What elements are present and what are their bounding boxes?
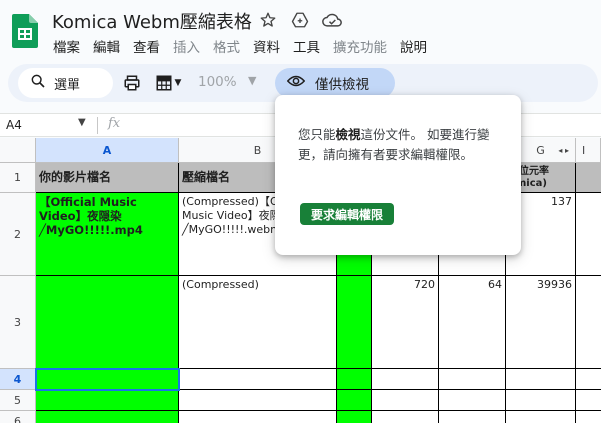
cell-h2[interactable] [576, 193, 601, 276]
cell-b6[interactable] [179, 411, 337, 423]
menu-data[interactable]: 資料 [253, 36, 280, 56]
menu-view[interactable]: 查看 [133, 36, 160, 56]
print-icon[interactable] [122, 73, 142, 93]
cell-c4[interactable] [337, 369, 372, 390]
chevron-down-icon: ▼ [174, 78, 182, 88]
popup-text-bold: 檢視 [335, 127, 361, 142]
row-header-6[interactable]: 6 [0, 411, 36, 423]
active-cell-selection [35, 368, 180, 391]
search-menus-label: 選單 [54, 77, 81, 93]
cell-g4[interactable] [506, 369, 576, 390]
view-only-popup: 您只能檢視這份文件。 如要進行變更，請向擁有者要求編輯權限。 要求編輯權限 [275, 95, 521, 255]
menu-extensions[interactable]: 擴充功能 [333, 36, 387, 56]
cell-h3[interactable] [576, 276, 601, 369]
cell-d5[interactable] [372, 390, 439, 411]
column-header-g-label: G [536, 143, 545, 157]
cell-a3[interactable] [36, 276, 179, 369]
request-edit-access-button[interactable]: 要求編輯權限 [300, 203, 395, 225]
cloud-status-icon[interactable] [322, 10, 342, 30]
cell-a6[interactable] [36, 411, 179, 423]
cell-c3[interactable] [337, 276, 372, 369]
cell-a2[interactable]: 【Official Music Video】夜隠染╱MyGO!!!!!.mp4 [36, 193, 179, 276]
cell-e4[interactable] [439, 369, 506, 390]
view-only-button[interactable]: 僅供檢視 [275, 68, 395, 98]
cell-g5[interactable] [506, 390, 576, 411]
column-scroll-arrows-icon[interactable]: ◂ ▸ [558, 146, 569, 155]
star-icon[interactable] [258, 10, 278, 30]
menu-tools[interactable]: 工具 [293, 36, 320, 56]
zoom-level[interactable]: 100% [198, 74, 237, 90]
row-header-5[interactable]: 5 [0, 390, 36, 411]
cell-b5[interactable] [179, 390, 337, 411]
menu-help[interactable]: 說明 [400, 36, 427, 56]
eye-icon [286, 74, 306, 92]
view-only-label: 僅供檢視 [315, 77, 369, 93]
document-title[interactable]: Komica Webm壓縮表格 [52, 8, 252, 34]
name-box-chevron-down-icon[interactable]: ▼ [78, 117, 86, 128]
sheets-logo-icon[interactable] [12, 14, 38, 48]
cell-c6[interactable] [337, 411, 372, 423]
select-all-corner[interactable] [0, 138, 36, 163]
fx-icon: fx [108, 116, 121, 131]
cell-h6[interactable] [576, 411, 601, 423]
search-menus-button[interactable]: 選單 [18, 68, 113, 98]
freeze-panes-dropdown[interactable]: ▼ [151, 73, 185, 93]
cell-e6[interactable] [439, 411, 506, 423]
cell-b4[interactable] [179, 369, 337, 390]
grid-table-icon [156, 75, 172, 91]
cell-c5[interactable] [337, 390, 372, 411]
column-header-next[interactable]: I [576, 138, 601, 163]
top-bar: Komica Webm壓縮表格 檔案 編輯 查看 插入 格式 資料 工具 擴充功… [0, 0, 601, 60]
cell-h1[interactable] [576, 163, 601, 193]
cell-d3[interactable]: 720 [372, 276, 439, 369]
cell-e3[interactable]: 64 [439, 276, 506, 369]
cell-e5[interactable] [439, 390, 506, 411]
cell-a1[interactable]: 你的影片檔名 [36, 163, 179, 193]
row-header-2[interactable]: 2 [0, 193, 36, 276]
cell-b3[interactable]: (Compressed) [179, 276, 337, 369]
row-header-3[interactable]: 3 [0, 276, 36, 369]
menu-file[interactable]: 檔案 [53, 36, 80, 56]
zoom-chevron-down-icon[interactable]: ▼ [248, 74, 256, 87]
name-box[interactable]: A4 [6, 118, 22, 132]
menu-insert[interactable]: 插入 [173, 36, 200, 56]
search-icon [30, 73, 46, 93]
cell-a5[interactable] [36, 390, 179, 411]
cell-h4[interactable] [576, 369, 601, 390]
cell-g6[interactable] [506, 411, 576, 423]
popup-message: 您只能檢視這份文件。 如要進行變更，請向擁有者要求編輯權限。 [298, 125, 503, 165]
menu-format[interactable]: 格式 [213, 36, 240, 56]
divider [97, 117, 98, 134]
cell-d4[interactable] [372, 369, 439, 390]
row-header-4[interactable]: 4 [0, 369, 36, 390]
menu-bar: 檔案 編輯 查看 插入 格式 資料 工具 擴充功能 說明 [53, 36, 427, 56]
menu-edit[interactable]: 編輯 [93, 36, 120, 56]
move-to-drive-icon[interactable] [290, 10, 310, 30]
cell-h5[interactable] [576, 390, 601, 411]
popup-text-before: 您只能 [298, 127, 336, 142]
row-header-1[interactable]: 1 [0, 163, 36, 193]
column-header-a[interactable]: A [36, 138, 179, 163]
cell-g3[interactable]: 39936 [506, 276, 576, 369]
cell-d6[interactable] [372, 411, 439, 423]
